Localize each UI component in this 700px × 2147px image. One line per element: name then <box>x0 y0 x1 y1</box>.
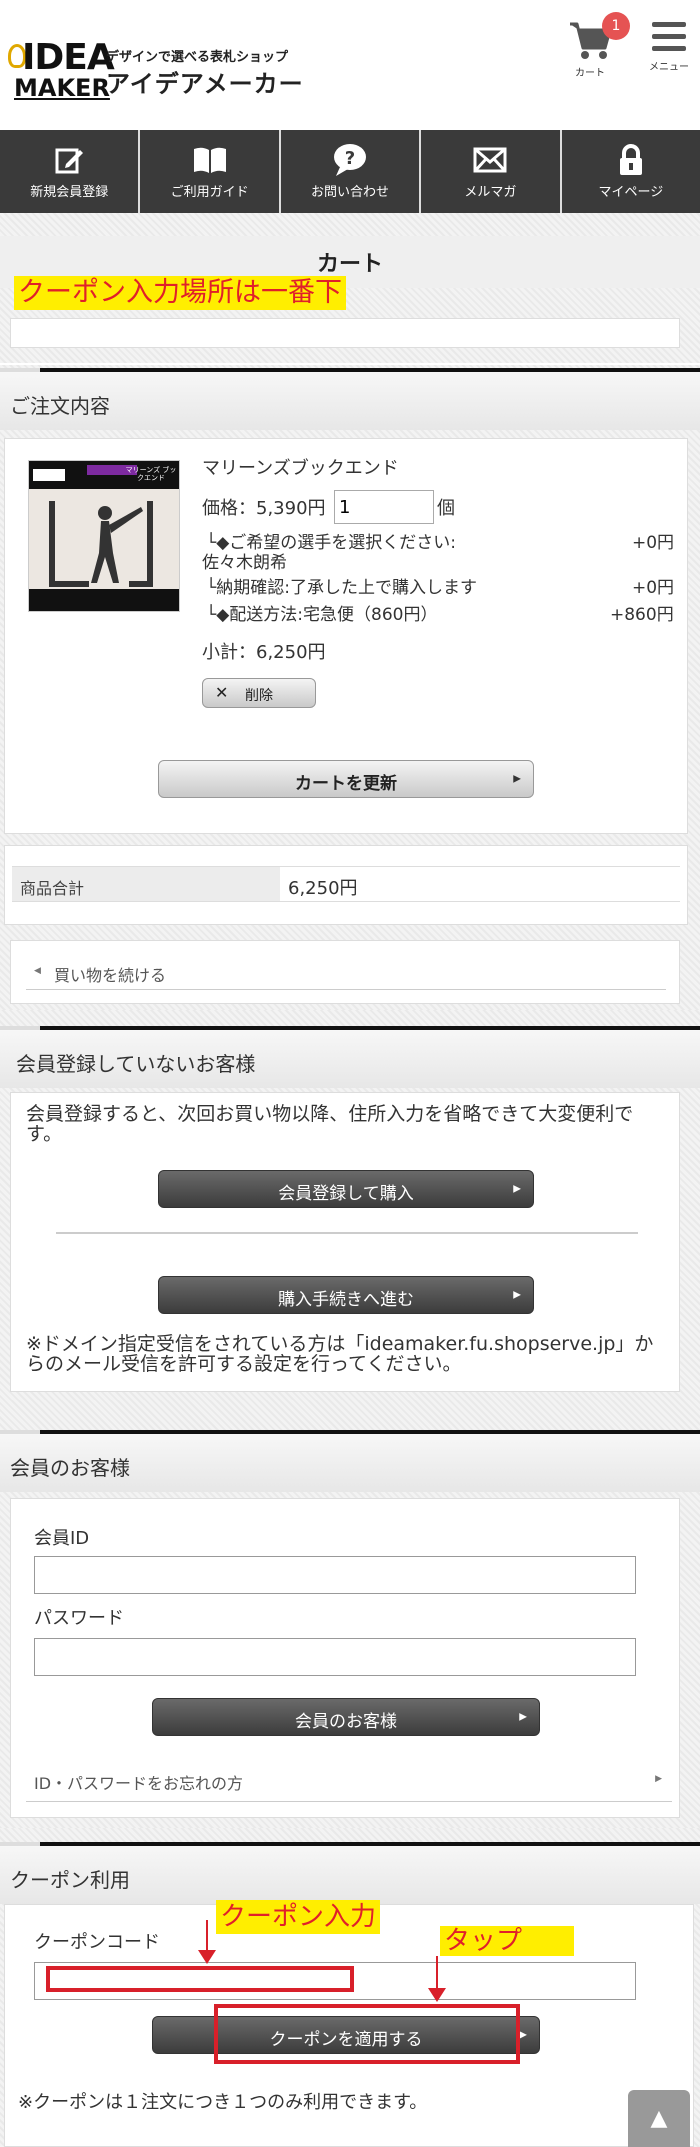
delete-button[interactable]: ✕ 削除 <box>202 678 316 708</box>
annotation-input-box <box>46 1966 354 1992</box>
logo-tagline: デザインで選べる表札ショップ <box>106 50 289 65</box>
section-title: 会員登録していないお客様 <box>16 1052 256 1076</box>
total-label-cell: 商品合計 <box>12 866 280 902</box>
annotation-button-box <box>214 2004 520 2064</box>
divider <box>56 1232 638 1234</box>
option-shipping-label: └◆配送方法:宅急便（860円） <box>206 605 438 625</box>
section-member-header: 会員のお客様 <box>0 1430 700 1492</box>
logo-maker[interactable]: MAKER <box>14 76 110 100</box>
menu-label: メニュー <box>649 62 689 73</box>
site-header: IDEA MAKER デザインで選べる表札ショップ アイデアメーカー カート 1… <box>0 0 700 130</box>
message-box <box>10 318 680 348</box>
continue-shopping-label: 買い物を続ける <box>54 966 167 985</box>
total-value: 6,250円 <box>288 878 358 899</box>
nav-item-guide[interactable]: ご利用ガイド <box>140 130 281 213</box>
arrow-left-icon: ◀ <box>34 966 41 976</box>
nav-item-newsletter[interactable]: メルマガ <box>421 130 562 213</box>
nav-label: マイページ <box>598 185 664 200</box>
nav-label: メルマガ <box>464 185 517 200</box>
arrow-right-icon: ▶ <box>513 1289 521 1301</box>
register-and-buy-label: 会員登録して購入 <box>278 1184 414 1204</box>
nav-label: ご利用ガイド <box>170 185 249 200</box>
update-cart-label: カートを更新 <box>295 774 397 794</box>
nav-label: お問い合わせ <box>311 185 390 200</box>
cart-count-badge: 1 <box>602 12 630 40</box>
option-player-value: 佐々木朗希 <box>202 553 287 573</box>
register-and-buy-button[interactable]: 会員登録して購入 ▶ <box>158 1170 534 1208</box>
option-delivery-confirm-label: └納期確認:了承した上で購入します <box>206 578 477 598</box>
product-image-title: マリーンズ ブックエンド <box>125 466 177 482</box>
delete-label: 削除 <box>245 688 273 704</box>
nav-label: 新規会員登録 <box>30 185 109 200</box>
option-shipping-price: +860円 <box>610 605 674 625</box>
svg-text:?: ? <box>345 148 355 169</box>
section-title: 会員のお客様 <box>10 1456 130 1480</box>
forgot-password-link[interactable]: ID・パスワードをお忘れの方 ▶ <box>26 1762 672 1802</box>
member-id-label: 会員ID <box>34 1528 90 1549</box>
annotation-coupon-input: クーポン入力 <box>216 1900 381 1934</box>
annotation-tap: タップ <box>440 1926 574 1956</box>
update-cart-button[interactable]: カートを更新 ▶ <box>158 760 534 798</box>
back-to-top-button[interactable]: ▲ <box>628 2090 690 2147</box>
main-nav: 新規会員登録 ご利用ガイド ? お問い合わせ メルマガ マイページ <box>0 130 700 213</box>
page-title: カート <box>316 252 383 277</box>
product-price: 価格：5,390円 <box>202 498 326 519</box>
member-login-label: 会員のお客様 <box>295 1712 397 1732</box>
logo-idea[interactable]: IDEA <box>22 40 115 76</box>
member-login-button[interactable]: 会員のお客様 ▶ <box>152 1698 540 1736</box>
total-label: 商品合計 <box>20 879 85 898</box>
edit-icon <box>54 143 84 177</box>
continue-shopping-link[interactable]: ◀ 買い物を続ける <box>26 956 666 990</box>
member-id-input[interactable] <box>34 1556 636 1594</box>
total-value-cell: 6,250円 <box>280 866 680 902</box>
proceed-to-checkout-label: 購入手続きへ進む <box>278 1290 414 1310</box>
hamburger-icon <box>645 22 693 51</box>
arrow-right-icon: ▶ <box>513 773 521 785</box>
password-label: パスワード <box>34 1608 124 1629</box>
item-subtotal: 小計：6,250円 <box>202 642 326 663</box>
close-icon: ✕ <box>215 683 229 702</box>
arrow-right-icon: ▶ <box>655 1774 662 1784</box>
annotation-coupon-location: クーポン入力場所は一番下 <box>14 276 346 310</box>
annotation-arrow <box>206 1920 208 1952</box>
section-guest-header: 会員登録していないお客様 <box>0 1026 700 1088</box>
section-title: ご注文内容 <box>10 394 110 418</box>
nav-item-mypage[interactable]: マイページ <box>562 130 700 213</box>
proceed-to-checkout-button[interactable]: 購入手続きへ進む ▶ <box>158 1276 534 1314</box>
domain-notice: ※ドメイン指定受信をされている方は「ideamaker.fu.shopserve… <box>26 1333 654 1375</box>
guest-description: 会員登録すると、次回お買い物以降、住所入力を省略できて大変便利です。 <box>26 1103 634 1145</box>
product-image[interactable]: マリーンズ ブックエンド <box>28 460 180 612</box>
question-icon: ? <box>332 143 368 177</box>
forgot-password-label: ID・パスワードをお忘れの方 <box>34 1774 244 1793</box>
cart-label: カート <box>575 68 605 79</box>
book-icon <box>192 143 228 177</box>
brand-name[interactable]: アイデアメーカー <box>106 64 304 99</box>
triangle-up-icon: ▲ <box>650 2106 668 2131</box>
section-order-header: ご注文内容 <box>0 368 700 430</box>
section-coupon-header: クーポン利用 <box>0 1842 700 1904</box>
nav-item-register[interactable]: 新規会員登録 <box>0 130 141 213</box>
product-name[interactable]: マリーンズブックエンド <box>202 454 399 480</box>
arrow-right-icon: ▶ <box>513 1183 521 1195</box>
quantity-unit: 個 <box>437 498 455 519</box>
arrow-right-icon: ▶ <box>519 1711 527 1723</box>
mail-icon <box>473 143 507 177</box>
section-title: クーポン利用 <box>10 1868 130 1892</box>
password-input[interactable] <box>34 1638 636 1676</box>
option-delivery-confirm-price: +0円 <box>632 578 675 598</box>
coupon-code-label: クーポンコード <box>34 1932 160 1953</box>
arrow-right-icon: ▶ <box>519 2029 527 2041</box>
annotation-arrow <box>436 1956 438 1990</box>
quantity-input[interactable] <box>334 490 434 524</box>
annotation-arrow-head <box>198 1950 216 1964</box>
menu-button[interactable]: メニュー <box>645 22 693 73</box>
coupon-notice: ※クーポンは１注文につき１つのみ利用できます。 <box>18 2092 428 2113</box>
annotation-arrow-head <box>428 1988 446 2002</box>
nav-item-contact[interactable]: ? お問い合わせ <box>281 130 422 213</box>
option-player-price: +0円 <box>632 533 675 553</box>
lock-icon <box>618 143 644 177</box>
